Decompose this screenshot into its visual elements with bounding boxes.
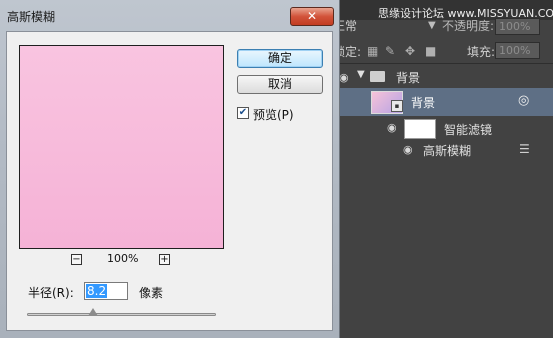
eye-icon[interactable]: ◉: [387, 121, 397, 134]
layer-row-selected[interactable]: ▪ 背景 ◎: [333, 88, 553, 116]
zoom-in-button[interactable]: +: [159, 254, 170, 265]
radius-unit: 像素: [139, 286, 164, 300]
preview-area[interactable]: [19, 45, 224, 249]
filter-mask-thumbnail: [404, 119, 436, 139]
lock-row: 锁定: ▦ ✎ ✥ ■ 填充: 100%: [333, 42, 553, 60]
chevron-down-icon[interactable]: ▼: [357, 69, 365, 80]
smart-filters-label: 智能滤镜: [444, 123, 493, 137]
chevron-down-icon[interactable]: ▼: [428, 20, 436, 31]
filter-name: 高斯模糊: [423, 144, 472, 158]
close-button[interactable]: ✕: [290, 7, 334, 26]
zoom-out-button[interactable]: −: [71, 254, 82, 265]
lock-icon[interactable]: ■: [425, 44, 436, 58]
blending-options-icon[interactable]: ☰: [519, 142, 530, 156]
close-icon: ✕: [306, 9, 318, 23]
filter-row-gaussian-blur[interactable]: ◉ 高斯模糊 ☰: [333, 140, 553, 160]
ok-button[interactable]: 确定: [237, 49, 323, 68]
divider: [333, 63, 553, 64]
fill-label: 填充:: [467, 45, 496, 59]
smart-filters-row[interactable]: ◉ 智能滤镜: [333, 116, 553, 140]
zoom-level: 100%: [107, 252, 139, 265]
move-icon[interactable]: ✥: [405, 44, 415, 58]
blend-mode-select[interactable]: 正常: [333, 18, 393, 34]
dialog-body: − 100% + 确定 取消 ✔ 预览(P) 半径(R): 8.2 像素: [6, 31, 333, 331]
radius-slider-thumb[interactable]: [88, 308, 99, 316]
radius-value: 8.2: [86, 284, 108, 298]
preview-checkbox[interactable]: ✔: [237, 107, 249, 119]
brush-icon[interactable]: ✎: [385, 44, 395, 58]
lock-transparent-icon[interactable]: ▦: [367, 44, 378, 58]
opacity-field[interactable]: 100%: [495, 18, 540, 35]
smart-object-icon: ▪: [391, 100, 403, 112]
opacity-label: 不透明度:: [442, 19, 495, 33]
layer-group-row[interactable]: ◉ ▼ 背景: [333, 66, 553, 88]
fill-field[interactable]: 100%: [495, 42, 540, 59]
dialog-title: 高斯模糊: [7, 10, 56, 24]
eye-icon[interactable]: ◉: [403, 143, 413, 156]
gaussian-blur-dialog: 高斯模糊 ✕ − 100% + 确定 取消 ✔ 预览(P) 半径(R): 8.2…: [0, 0, 340, 338]
folder-icon: [370, 71, 385, 82]
group-name: 背景: [396, 71, 421, 85]
preview-label: 预览(P): [253, 108, 294, 122]
cancel-button[interactable]: 取消: [237, 75, 323, 94]
smart-filter-toggle-icon[interactable]: ◎: [518, 93, 529, 108]
eye-icon[interactable]: ◉: [339, 71, 349, 84]
radius-input[interactable]: 8.2: [84, 282, 128, 300]
radius-label: 半径(R):: [28, 286, 74, 300]
radius-slider-track[interactable]: [27, 313, 216, 316]
layer-name: 背景: [411, 96, 436, 110]
